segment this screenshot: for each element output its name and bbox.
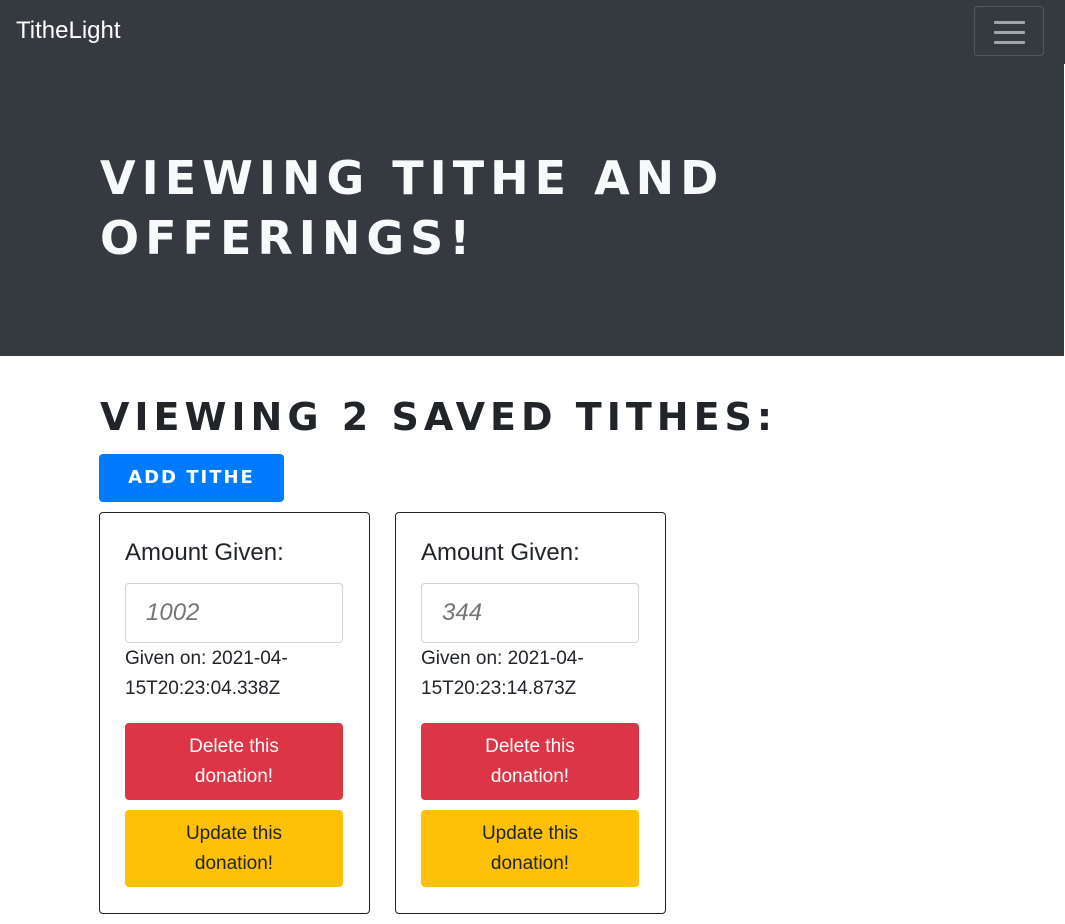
- given-on-date: Given on: 2021-04-15T20:23:04.338Z: [125, 648, 288, 699]
- amount-input[interactable]: [125, 583, 343, 643]
- hero-banner: Viewing Tithe and Offerings!: [0, 64, 1064, 356]
- given-on-date: Given on: 2021-04-15T20:23:14.873Z: [421, 648, 584, 699]
- delete-donation-button[interactable]: Delete this donation!: [125, 723, 343, 800]
- amount-label: Amount Given:: [421, 539, 580, 566]
- section-title: Viewing 2 saved tithes:: [100, 395, 778, 439]
- navbar-toggler-button[interactable]: [974, 6, 1044, 56]
- delete-donation-button[interactable]: Delete this donation!: [421, 723, 639, 800]
- amount-input[interactable]: [421, 583, 639, 643]
- page-title: Viewing Tithe and Offerings!: [100, 151, 725, 265]
- update-donation-button[interactable]: Update this donation!: [421, 810, 639, 887]
- add-tithe-button[interactable]: Add Tithe: [99, 454, 284, 502]
- tithe-card: Amount Given: Given on: 2021-04-15T20:23…: [99, 512, 370, 914]
- update-donation-button[interactable]: Update this donation!: [125, 810, 343, 887]
- tithe-card: Amount Given: Given on: 2021-04-15T20:23…: [395, 512, 666, 914]
- brand-link[interactable]: TitheLight: [16, 16, 121, 46]
- amount-label: Amount Given:: [125, 539, 284, 566]
- navbar: TitheLight: [0, 0, 1065, 64]
